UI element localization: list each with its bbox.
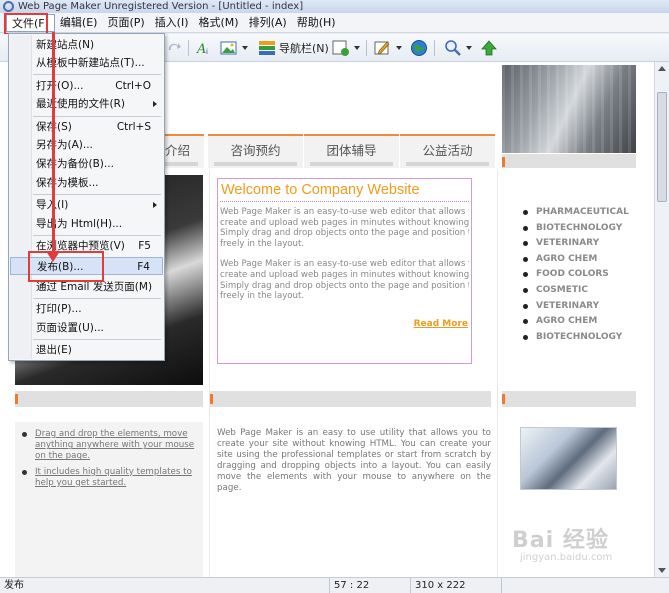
nav-tab-charity[interactable]: 公益活动 xyxy=(400,134,495,168)
navbar-label: 导航栏(N) xyxy=(279,42,329,55)
list-item[interactable]: COSMETIC xyxy=(523,285,629,301)
menu-arrange[interactable]: 排列(A) xyxy=(244,14,292,32)
menu-item-recent-files[interactable]: 最近使用的文件(R) xyxy=(10,95,163,113)
feature-list: Drag and drop the elements, move anythin… xyxy=(22,429,197,493)
menu-item-page-setup[interactable]: 页面设置(U)... xyxy=(10,319,163,337)
menu-item-export-html[interactable]: 导出为 Html(H)... xyxy=(10,215,163,233)
form-dropdown-icon[interactable] xyxy=(354,39,360,57)
list-item[interactable]: BIOTECHNOLOGY xyxy=(523,332,629,348)
list-item[interactable]: It includes high quality templates to he… xyxy=(22,467,197,489)
nav-tab-group[interactable]: 团体辅导 xyxy=(304,134,399,168)
menu-insert[interactable]: 插入(I) xyxy=(150,14,194,32)
menu-bar: 文件(F) 编辑(E) 页面(P) 插入(I) 格式(M) 排列(A) 帮助(H… xyxy=(0,13,669,33)
file-menu-dropdown: 新建站点(N) 从模板中新建站点(T)... 打开(O)... Ctrl+O 最近… xyxy=(8,33,165,361)
list-item[interactable]: PHARMACEUTICAL xyxy=(523,207,629,223)
cursor-position: 57 : 22 xyxy=(329,578,409,593)
building-image[interactable] xyxy=(502,65,636,153)
list-item[interactable]: AGRO CHEM xyxy=(523,316,629,332)
object-size: 310 x 222 xyxy=(410,578,500,593)
welcome-text-box[interactable]: Welcome to Company Website Web Page Make… xyxy=(217,178,472,364)
submenu-arrow-icon xyxy=(153,101,157,107)
category-list: PHARMACEUTICAL BIOTECHNOLOGY VETERINARY … xyxy=(523,207,629,347)
status-empty-cell xyxy=(501,578,669,593)
watermark-url: jingyan.baidu.com xyxy=(520,552,613,563)
window-title: Web Page Maker Unregistered Version - [U… xyxy=(18,1,304,12)
menu-item-open[interactable]: 打开(O)... Ctrl+O xyxy=(10,77,163,95)
list-item[interactable]: AGRO CHEM xyxy=(523,254,629,270)
menu-item-new-from-template[interactable]: 从模板中新建站点(T)... xyxy=(10,54,163,72)
image-dropdown-icon[interactable] xyxy=(242,39,248,57)
title-bar: Web Page Maker Unregistered Version - [U… xyxy=(0,0,669,13)
menu-item-save-template[interactable]: 保存为模板... xyxy=(10,174,163,192)
menu-item-save-as[interactable]: 另存为(A)... xyxy=(10,136,163,154)
section-strip-right xyxy=(502,391,636,407)
menu-item-print[interactable]: 打印(P)... xyxy=(10,300,163,318)
zoom-dropdown-icon[interactable] xyxy=(466,39,472,57)
meeting-photo[interactable] xyxy=(520,427,617,490)
menu-item-save[interactable]: 保存(S)Ctrl+S xyxy=(10,118,163,136)
status-bar: 发布 57 : 22 310 x 222 xyxy=(0,577,669,593)
list-item[interactable]: VETERINARY xyxy=(523,301,629,317)
publish-up-arrow-icon[interactable] xyxy=(480,39,498,57)
list-item[interactable]: BIOTECHNOLOGY xyxy=(523,223,629,239)
menu-item-import[interactable]: 导入(I) xyxy=(10,196,163,214)
image-icon[interactable] xyxy=(220,39,238,57)
list-item[interactable]: Drag and drop the elements, move anythin… xyxy=(22,429,197,463)
app-icon xyxy=(3,1,14,12)
menu-help[interactable]: 帮助(H) xyxy=(292,14,341,32)
navbar-button[interactable]: 导航栏(N) xyxy=(258,39,329,57)
menu-format[interactable]: 格式(M) xyxy=(194,14,244,32)
welcome-paragraph-1: Web Page Maker is an easy-to-use web edi… xyxy=(220,207,469,249)
section-strip-middle xyxy=(210,391,491,407)
watermark-logo: Bai 经验 xyxy=(512,528,609,553)
annotation-box-publish xyxy=(28,251,104,282)
header-strip-right xyxy=(502,154,636,168)
annotation-arrow xyxy=(52,32,55,254)
edit-dropdown-icon[interactable] xyxy=(396,39,402,57)
menu-item-exit[interactable]: 退出(E) xyxy=(10,341,163,359)
text-icon[interactable]: Ai xyxy=(196,39,212,57)
svg-text:A: A xyxy=(196,42,206,56)
list-item[interactable]: FOOD COLORS xyxy=(523,269,629,285)
menu-edit[interactable]: 编辑(E) xyxy=(55,14,103,32)
description-text[interactable]: Web Page Maker is an easy to use utility… xyxy=(217,428,491,494)
scroll-down-icon[interactable] xyxy=(658,568,666,573)
menu-page[interactable]: 页面(P) xyxy=(102,14,149,32)
nav-tab-consult[interactable]: 咨询预约 xyxy=(208,134,303,168)
welcome-title: Welcome to Company Website xyxy=(221,182,420,198)
form-icon[interactable] xyxy=(332,39,350,57)
redo-icon[interactable] xyxy=(166,39,182,57)
menu-item-save-backup[interactable]: 保存为备份(B)... xyxy=(10,155,163,173)
globe-preview-icon[interactable] xyxy=(410,39,428,57)
scroll-up-icon[interactable] xyxy=(658,66,666,71)
list-item[interactable]: VETERINARY xyxy=(523,238,629,254)
menu-item-new-site[interactable]: 新建站点(N) xyxy=(10,36,163,54)
read-more-link[interactable]: Read More xyxy=(414,319,468,329)
edit-pen-icon[interactable] xyxy=(374,39,392,57)
section-strip-left xyxy=(15,391,203,407)
annotation-box-file-menu xyxy=(4,13,48,35)
scroll-thumb[interactable] xyxy=(657,92,667,202)
welcome-paragraph-2: Web Page Maker is an easy-to-use web edi… xyxy=(220,259,469,302)
svg-text:i: i xyxy=(206,48,208,56)
submenu-arrow-icon xyxy=(153,202,157,208)
zoom-icon[interactable] xyxy=(444,39,462,57)
status-text: 发布 xyxy=(4,580,24,591)
vertical-scrollbar[interactable] xyxy=(654,62,669,577)
